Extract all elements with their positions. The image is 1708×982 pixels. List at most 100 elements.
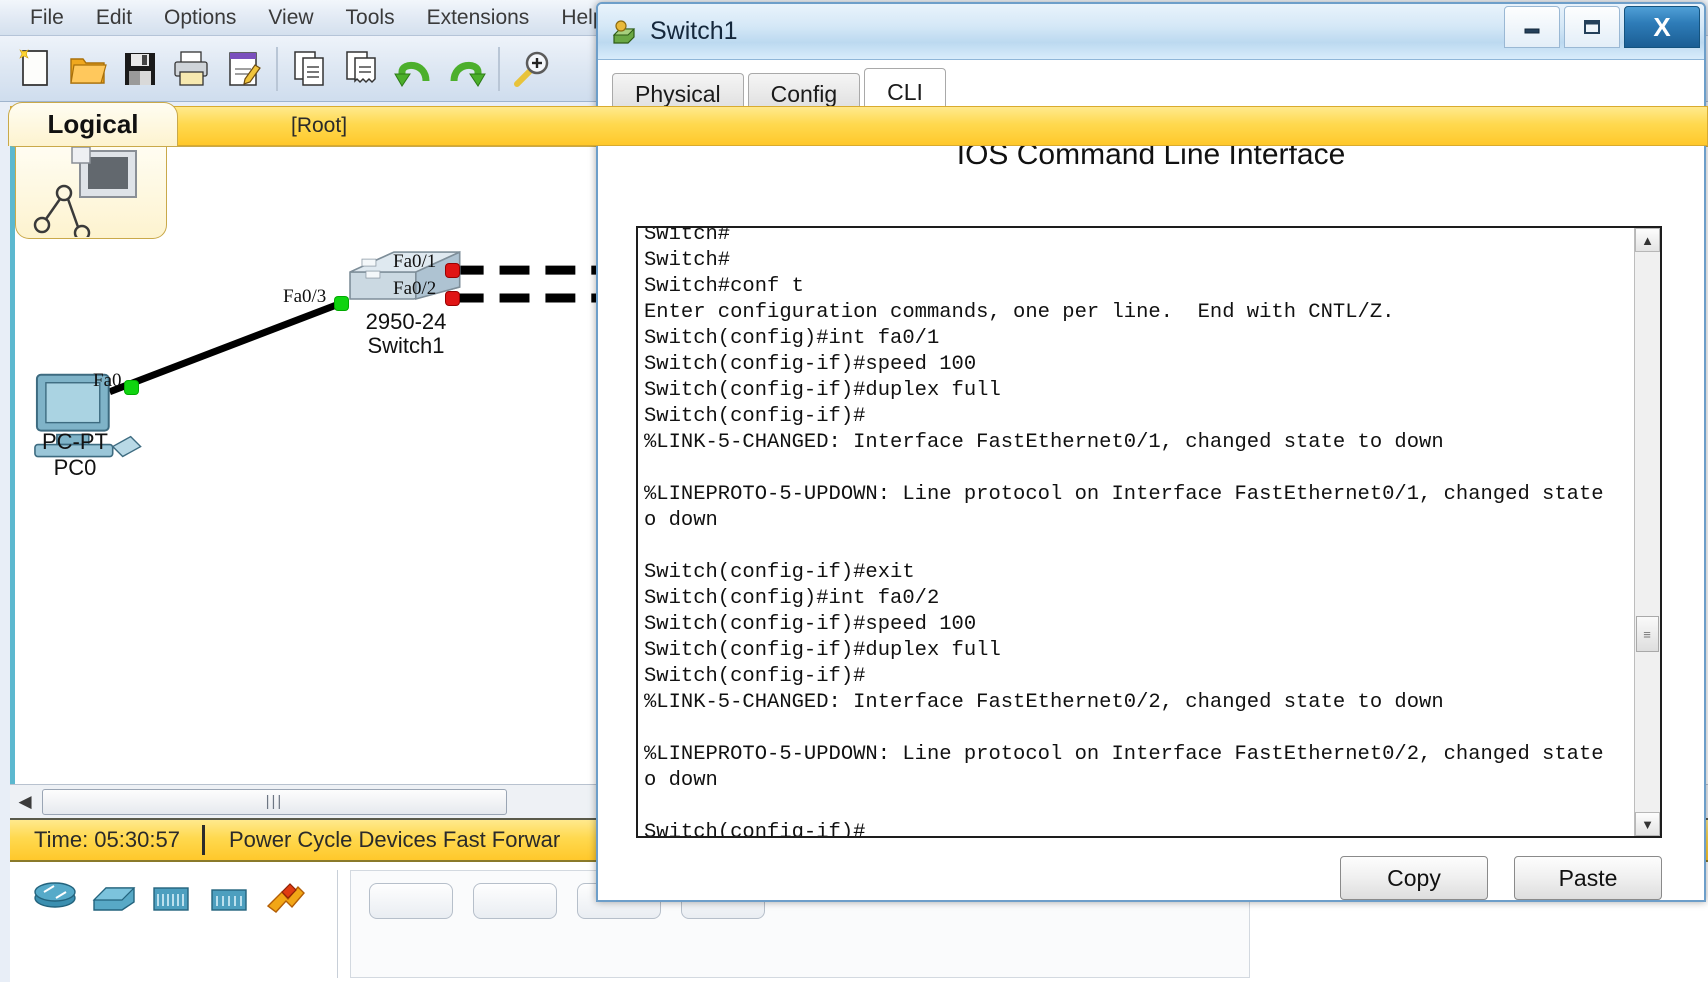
cli-line: Switch(config-if)#speed 100	[644, 353, 977, 376]
routers-icon[interactable]	[30, 876, 80, 916]
toolbar-separator-1	[276, 46, 278, 91]
workspace-bar: [Root] Logical	[0, 102, 1708, 146]
port-label-fa0-1: Fa0/1	[393, 251, 437, 272]
cli-console[interactable]: Switch# Switch# Switch#conf t Enter configu…	[636, 226, 1662, 838]
menu-edit[interactable]: Edit	[80, 4, 148, 32]
switch-model-label: 2950-24	[365, 309, 447, 334]
scroll-left-arrow[interactable]: ◀	[10, 786, 40, 818]
zoom-in-icon	[514, 51, 549, 87]
cli-line: Switch(config-if)#	[644, 821, 866, 838]
cli-line: o down	[644, 769, 718, 792]
cli-line: Enter configuration commands, one per li…	[644, 301, 1395, 324]
cli-scroll-down-arrow[interactable]: ▼	[1635, 812, 1660, 836]
root-navigation-strip[interactable]: [Root]	[10, 106, 1708, 146]
save-button[interactable]	[114, 42, 166, 96]
activity-wizard-button[interactable]	[218, 42, 270, 96]
new-file-button[interactable]	[10, 42, 62, 96]
cli-line: Switch(config-if)#duplex full	[644, 639, 1001, 662]
connections-icon[interactable]	[262, 876, 312, 916]
undo-button[interactable]	[388, 42, 440, 96]
open-folder-icon	[70, 57, 107, 84]
paste-button[interactable]: Paste	[1514, 856, 1662, 900]
window-title-text: Switch1	[650, 17, 738, 45]
cli-output-text[interactable]: Switch# Switch# Switch#conf t Enter configu…	[644, 226, 1609, 838]
cli-line: %LINEPROTO-5-UPDOWN: Line protocol on In…	[644, 483, 1609, 506]
cli-line	[644, 716, 1609, 742]
activity-wizard-icon	[229, 51, 261, 86]
hubs-icon[interactable]	[146, 876, 196, 916]
device-chip[interactable]	[369, 883, 453, 919]
cli-scrollbar[interactable]: ▲ ≡ ▼	[1634, 228, 1660, 836]
cli-line: Switch(config-if)#	[644, 665, 866, 688]
status-actions[interactable]: Power Cycle Devices Fast Forwar	[205, 827, 560, 853]
cli-line	[644, 794, 1609, 820]
window-title-bar[interactable]: Switch1 X	[598, 4, 1704, 60]
menu-tools[interactable]: Tools	[330, 4, 411, 32]
menu-options[interactable]: Options	[148, 4, 252, 32]
device-chip[interactable]	[473, 883, 557, 919]
cli-line: Switch(config)#int fa0/2	[644, 587, 940, 610]
cli-line: %LINEPROTO-5-UPDOWN: Line protocol on In…	[644, 743, 1609, 766]
copy-button[interactable]: Copy	[1340, 856, 1488, 900]
scroll-thumb[interactable]: |||	[42, 788, 507, 815]
menu-file[interactable]: File	[14, 4, 80, 32]
cli-line: Switch(config-if)#duplex full	[644, 379, 1001, 402]
cli-line: Switch(config-if)#speed 100	[644, 613, 977, 636]
pc-model-label: PC-PT	[42, 429, 108, 454]
cli-button-row: Copy Paste	[636, 856, 1662, 900]
paste-button[interactable]	[336, 42, 388, 96]
cli-line: Switch(config)#int fa0/1	[644, 327, 940, 350]
copy-button[interactable]	[284, 42, 336, 96]
cli-line	[644, 456, 1609, 482]
status-dot-fa0-1	[446, 264, 459, 277]
menu-view[interactable]: View	[252, 4, 329, 32]
port-label-fa0-2: Fa0/2	[393, 278, 437, 299]
status-dot-fa0-3	[335, 297, 348, 310]
simulation-time: Time: 05:30:57	[34, 827, 180, 852]
redo-icon	[450, 61, 486, 87]
cli-scroll-thumb[interactable]: ≡	[1636, 616, 1659, 652]
root-label: [Root]	[291, 114, 348, 137]
menu-extensions[interactable]: Extensions	[411, 4, 546, 32]
cli-line: %LINK-5-CHANGED: Interface FastEthernet0…	[644, 691, 1444, 714]
cli-scroll-up-arrow[interactable]: ▲	[1635, 228, 1660, 252]
switch-name-label: Switch1	[367, 333, 445, 358]
new-file-icon	[19, 48, 48, 86]
maximize-icon	[1584, 20, 1600, 34]
zoom-in-button[interactable]	[506, 42, 558, 96]
save-icon	[125, 52, 155, 85]
paste-icon	[346, 50, 376, 83]
cli-line: o down	[644, 509, 718, 532]
cli-line: Switch#conf t	[644, 275, 804, 298]
pc-name-label: PC0	[53, 455, 97, 480]
cli-line: Switch#	[644, 226, 731, 246]
window-body: Physical Config CLI IOS Command Line Int…	[598, 66, 1704, 900]
toolbar-separator-2	[498, 46, 500, 91]
cable-pc-to-switch	[108, 300, 341, 395]
wireless-icon[interactable]	[204, 876, 254, 916]
cli-line: %LINK-5-CHANGED: Interface FastEthernet0…	[644, 431, 1444, 454]
cli-line	[644, 534, 1609, 560]
cli-line: Switch(config-if)#	[644, 405, 866, 428]
port-label-pc-fa0: Fa0	[93, 370, 122, 391]
switches-icon[interactable]	[88, 876, 138, 916]
cli-line: Switch(config-if)#exit	[644, 561, 915, 584]
redo-button[interactable]	[440, 42, 492, 96]
tab-logical[interactable]: Logical	[8, 102, 178, 146]
cli-line: Switch#	[644, 249, 731, 272]
status-dot-pc-fa0	[125, 381, 138, 394]
window-controls: X	[1500, 6, 1700, 48]
status-dot-fa0-2	[446, 292, 459, 305]
minimize-button[interactable]	[1504, 6, 1560, 48]
maximize-button[interactable]	[1564, 6, 1620, 48]
device-type-tray[interactable]	[20, 870, 338, 978]
close-button[interactable]: X	[1624, 6, 1700, 48]
open-file-button[interactable]	[62, 42, 114, 96]
minimize-icon	[1524, 28, 1540, 34]
undo-icon	[394, 61, 430, 87]
print-button[interactable]	[166, 42, 218, 96]
print-icon	[174, 50, 208, 86]
port-label-fa0-3: Fa0/3	[283, 286, 327, 307]
switch-device-icon	[612, 19, 636, 44]
copy-icon	[294, 50, 324, 86]
